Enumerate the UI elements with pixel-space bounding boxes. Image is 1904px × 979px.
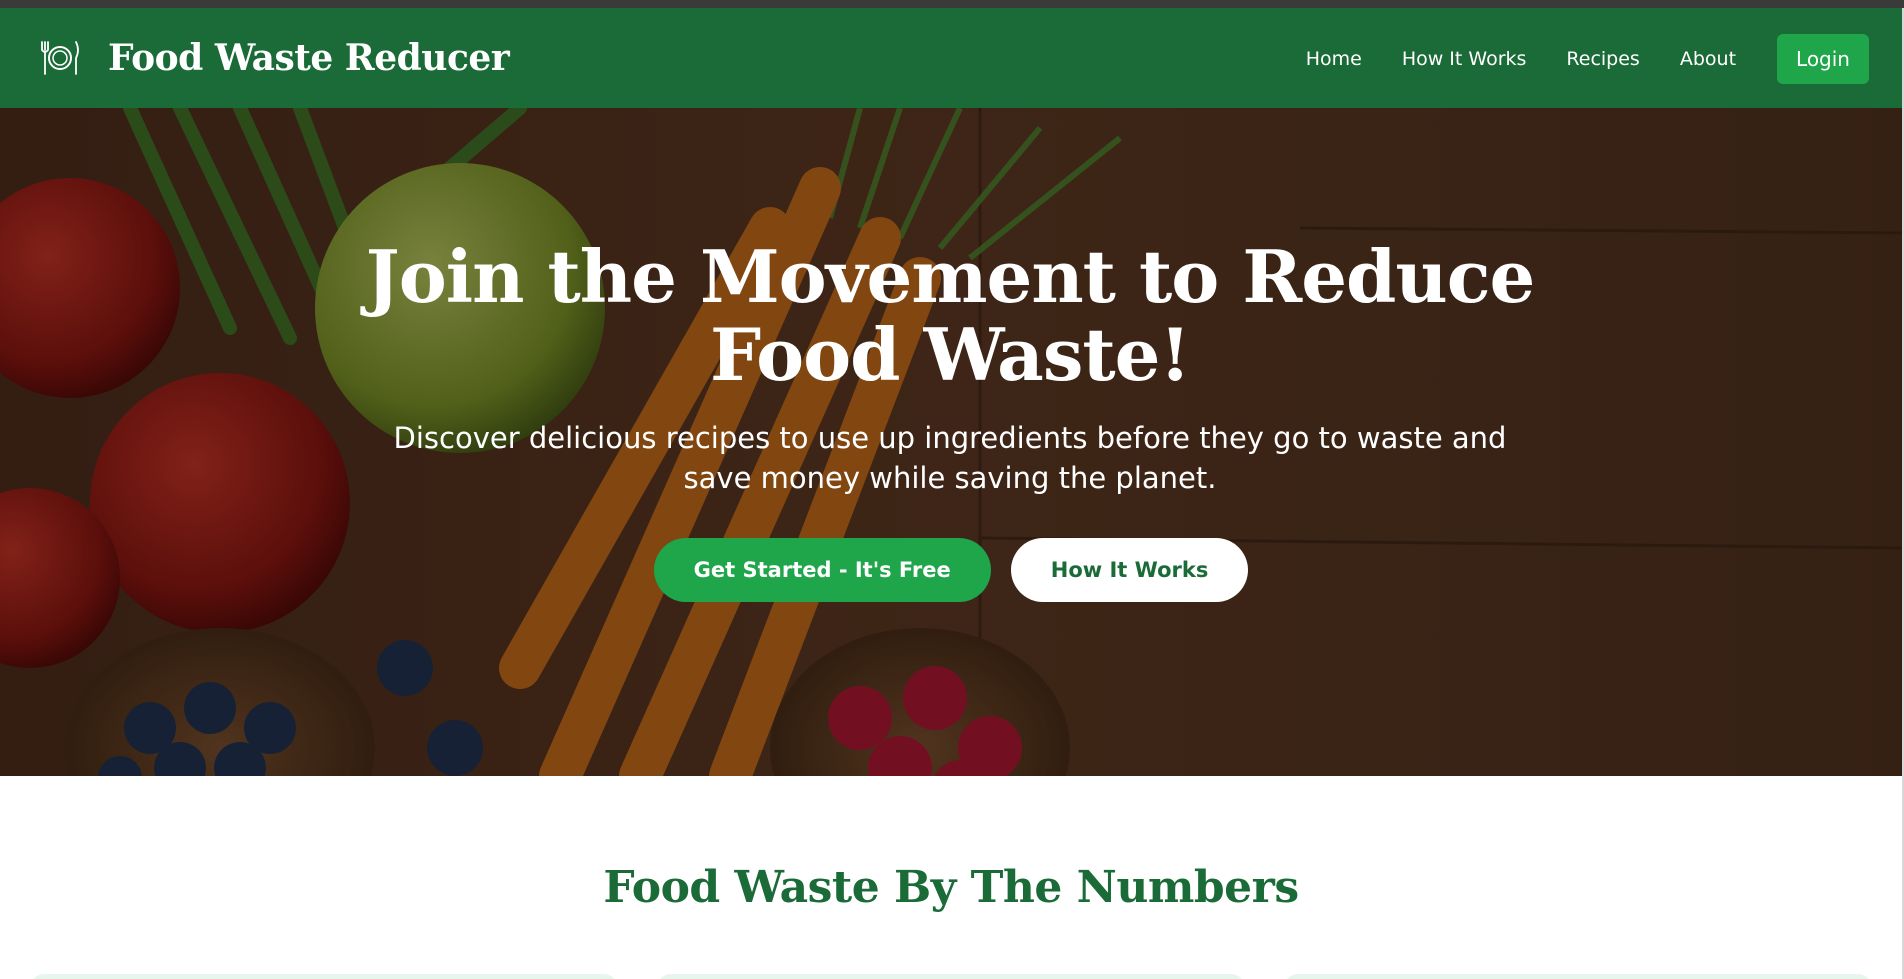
utensils-plate-icon <box>41 41 79 75</box>
nav-link-about[interactable]: About <box>1680 48 1736 70</box>
nav-link-how-it-works[interactable]: How It Works <box>1402 48 1527 70</box>
hero-section: Join the Movement to Reduce Food Waste! … <box>0 108 1902 776</box>
stat-card <box>657 974 1245 979</box>
page-viewport: Food Waste Reducer Home How It Works Rec… <box>0 8 1902 979</box>
stat-card <box>1284 974 1872 979</box>
brand-name: Food Waste Reducer <box>108 37 510 79</box>
brand[interactable]: Food Waste Reducer <box>38 36 510 80</box>
navbar: Food Waste Reducer Home How It Works Rec… <box>0 8 1902 108</box>
stat-card <box>30 974 618 979</box>
hero-cta-group: Get Started - It's Free How It Works <box>0 538 1902 602</box>
login-button[interactable]: Login <box>1777 34 1869 84</box>
browser-top-strip <box>0 0 1904 8</box>
main-nav: Home How It Works Recipes About Login <box>1306 34 1869 84</box>
how-it-works-button[interactable]: How It Works <box>1010 538 1249 602</box>
get-started-button[interactable]: Get Started - It's Free <box>653 538 991 602</box>
nav-link-home[interactable]: Home <box>1306 48 1362 70</box>
hero-title: Join the Movement to Reduce Food Waste! <box>365 234 1536 397</box>
numbers-title: Food Waste By The Numbers <box>603 862 1299 913</box>
nav-link-recipes[interactable]: Recipes <box>1566 48 1639 70</box>
numbers-section: Food Waste By The Numbers <box>0 776 1902 979</box>
hero-subtitle: Discover delicious recipes to use up ing… <box>393 421 1507 495</box>
